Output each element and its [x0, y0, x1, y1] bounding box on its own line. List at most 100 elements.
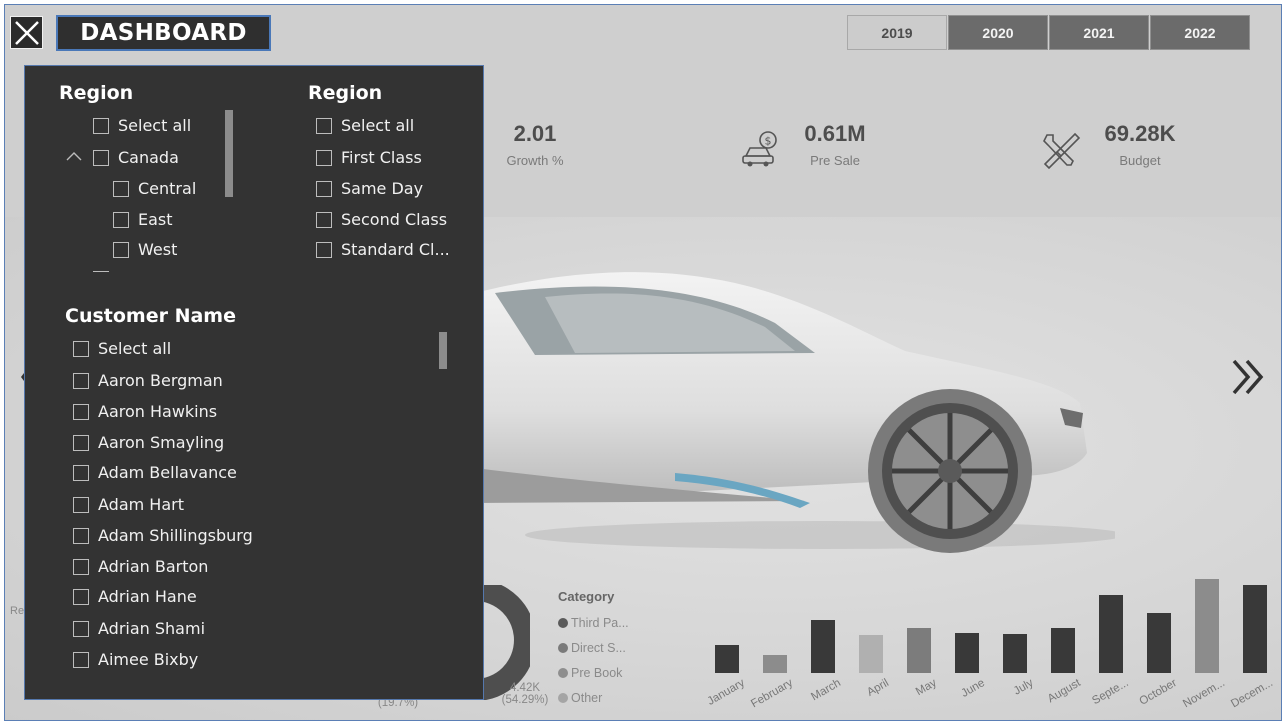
option-label: Adrian Hane	[98, 587, 197, 606]
option-label: East	[138, 210, 173, 229]
monthly-bar-chart: January February March April May June July Augu…	[695, 575, 1275, 720]
checkbox[interactable]	[316, 211, 332, 228]
legend-dot	[558, 667, 568, 678]
region-option-select-all[interactable]: Select all	[93, 116, 191, 135]
ship-option-same-day[interactable]: Same Day	[316, 179, 423, 198]
month-label: February	[749, 677, 795, 711]
year-selector: 2019 2020 2021 2022	[847, 15, 1251, 50]
bar[interactable]	[1003, 634, 1027, 673]
region-option-central[interactable]: Central	[113, 179, 196, 198]
customer-option[interactable]: Adam Bellavance	[73, 463, 237, 482]
checkbox[interactable]	[73, 527, 89, 544]
legend-item[interactable]: Direct S...	[558, 635, 629, 660]
option-label: Second Class	[341, 210, 448, 229]
checkbox[interactable]	[73, 403, 89, 420]
option-label: Aaron Hawkins	[98, 402, 218, 421]
customer-option[interactable]: Adrian Shami	[73, 619, 205, 638]
option-label: West	[138, 240, 178, 259]
year-button-2022[interactable]: 2022	[1150, 15, 1250, 50]
checkbox[interactable]	[113, 241, 129, 258]
month-label: Decem...	[1229, 677, 1275, 711]
checkbox[interactable]	[93, 149, 109, 166]
year-button-2020[interactable]: 2020	[948, 15, 1048, 50]
customer-scrollbar[interactable]	[439, 332, 447, 369]
option-label: Select all	[98, 339, 172, 358]
bar[interactable]	[811, 620, 835, 673]
option-label: Adam Hart	[98, 495, 184, 514]
checkbox[interactable]	[316, 149, 332, 166]
legend-label: Other	[571, 690, 603, 705]
checkbox[interactable]	[316, 180, 332, 197]
donut-value: 4.42K	[509, 682, 541, 694]
close-button[interactable]	[10, 16, 43, 49]
checkbox[interactable]	[73, 496, 89, 513]
bar[interactable]	[1051, 628, 1075, 673]
bar[interactable]	[763, 655, 787, 673]
kpi-budget-value: 69.28K	[1104, 121, 1176, 146]
ship-option-standard-class[interactable]: Standard Cl...	[316, 240, 450, 259]
legend-item[interactable]: Pre Book	[558, 660, 629, 685]
checkbox[interactable]	[73, 558, 89, 575]
partial-checkbox	[93, 271, 109, 275]
checkbox[interactable]	[113, 180, 129, 197]
close-icon	[15, 21, 39, 45]
customer-option[interactable]: Aaron Bergman	[73, 371, 223, 390]
bar[interactable]	[1195, 579, 1219, 673]
option-label: Adam Bellavance	[98, 463, 237, 482]
checkbox[interactable]	[73, 651, 89, 668]
collapse-caret-icon[interactable]	[66, 151, 82, 161]
ship-slicer-title: Region	[308, 82, 383, 104]
checkbox[interactable]	[73, 434, 89, 451]
bar[interactable]	[1243, 585, 1267, 673]
car-money-icon: $	[742, 131, 777, 167]
checkbox[interactable]	[73, 620, 89, 637]
region-scrollbar[interactable]	[225, 110, 233, 197]
legend-label: Third Pa...	[571, 615, 629, 630]
month-label: July	[1011, 677, 1035, 698]
kpi-presale-value: 0.61M	[804, 121, 866, 146]
checkbox[interactable]	[316, 117, 332, 134]
option-label: Select all	[341, 116, 415, 135]
year-button-2019[interactable]: 2019	[847, 15, 947, 50]
bar[interactable]	[907, 628, 931, 673]
customer-option[interactable]: Adrian Hane	[73, 587, 197, 606]
customer-option[interactable]: Adam Shillingsburg	[73, 526, 253, 545]
bar[interactable]	[715, 645, 739, 673]
month-label: May	[914, 677, 939, 699]
checkbox[interactable]	[73, 464, 89, 481]
customer-option[interactable]: Aaron Smayling	[73, 433, 224, 452]
ship-option-first-class[interactable]: First Class	[316, 148, 422, 167]
bar[interactable]	[1147, 613, 1171, 673]
bar[interactable]	[955, 633, 979, 673]
month-label: April	[865, 677, 891, 699]
checkbox[interactable]	[93, 117, 109, 134]
customer-option[interactable]: Adrian Barton	[73, 557, 208, 576]
region-option-east[interactable]: East	[113, 210, 173, 229]
region-option-west[interactable]: West	[113, 240, 177, 259]
checkbox[interactable]	[73, 372, 89, 389]
ship-option-select-all[interactable]: Select all	[316, 116, 414, 135]
bar[interactable]	[859, 635, 883, 673]
bar[interactable]	[1099, 595, 1123, 673]
customer-option[interactable]: Aimee Bixby	[73, 650, 198, 669]
option-label: Aaron Smayling	[98, 433, 225, 452]
legend-label: Direct S...	[571, 640, 626, 655]
legend-item[interactable]: Other	[558, 685, 629, 710]
year-button-2021[interactable]: 2021	[1049, 15, 1149, 50]
month-label: Novem...	[1181, 677, 1227, 711]
checkbox[interactable]	[73, 588, 89, 605]
region-option-canada[interactable]: Canada	[93, 148, 179, 167]
kpi-growth: 2.01 Growth %	[495, 121, 575, 168]
checkbox[interactable]	[73, 340, 89, 357]
customer-option[interactable]: Adam Hart	[73, 495, 184, 514]
customer-option[interactable]: Aaron Hawkins	[73, 402, 217, 421]
checkbox[interactable]	[316, 241, 332, 258]
checkbox[interactable]	[113, 211, 129, 228]
legend-item[interactable]: Third Pa...	[558, 610, 629, 635]
next-arrow-icon[interactable]	[1230, 357, 1266, 397]
side-label: Re	[10, 605, 25, 617]
svg-text:$: $	[765, 135, 772, 148]
customer-option-select-all[interactable]: Select all	[73, 339, 171, 358]
ship-option-second-class[interactable]: Second Class	[316, 210, 447, 229]
category-legend: Category Third Pa... Direct S... Pre Boo…	[558, 589, 629, 710]
